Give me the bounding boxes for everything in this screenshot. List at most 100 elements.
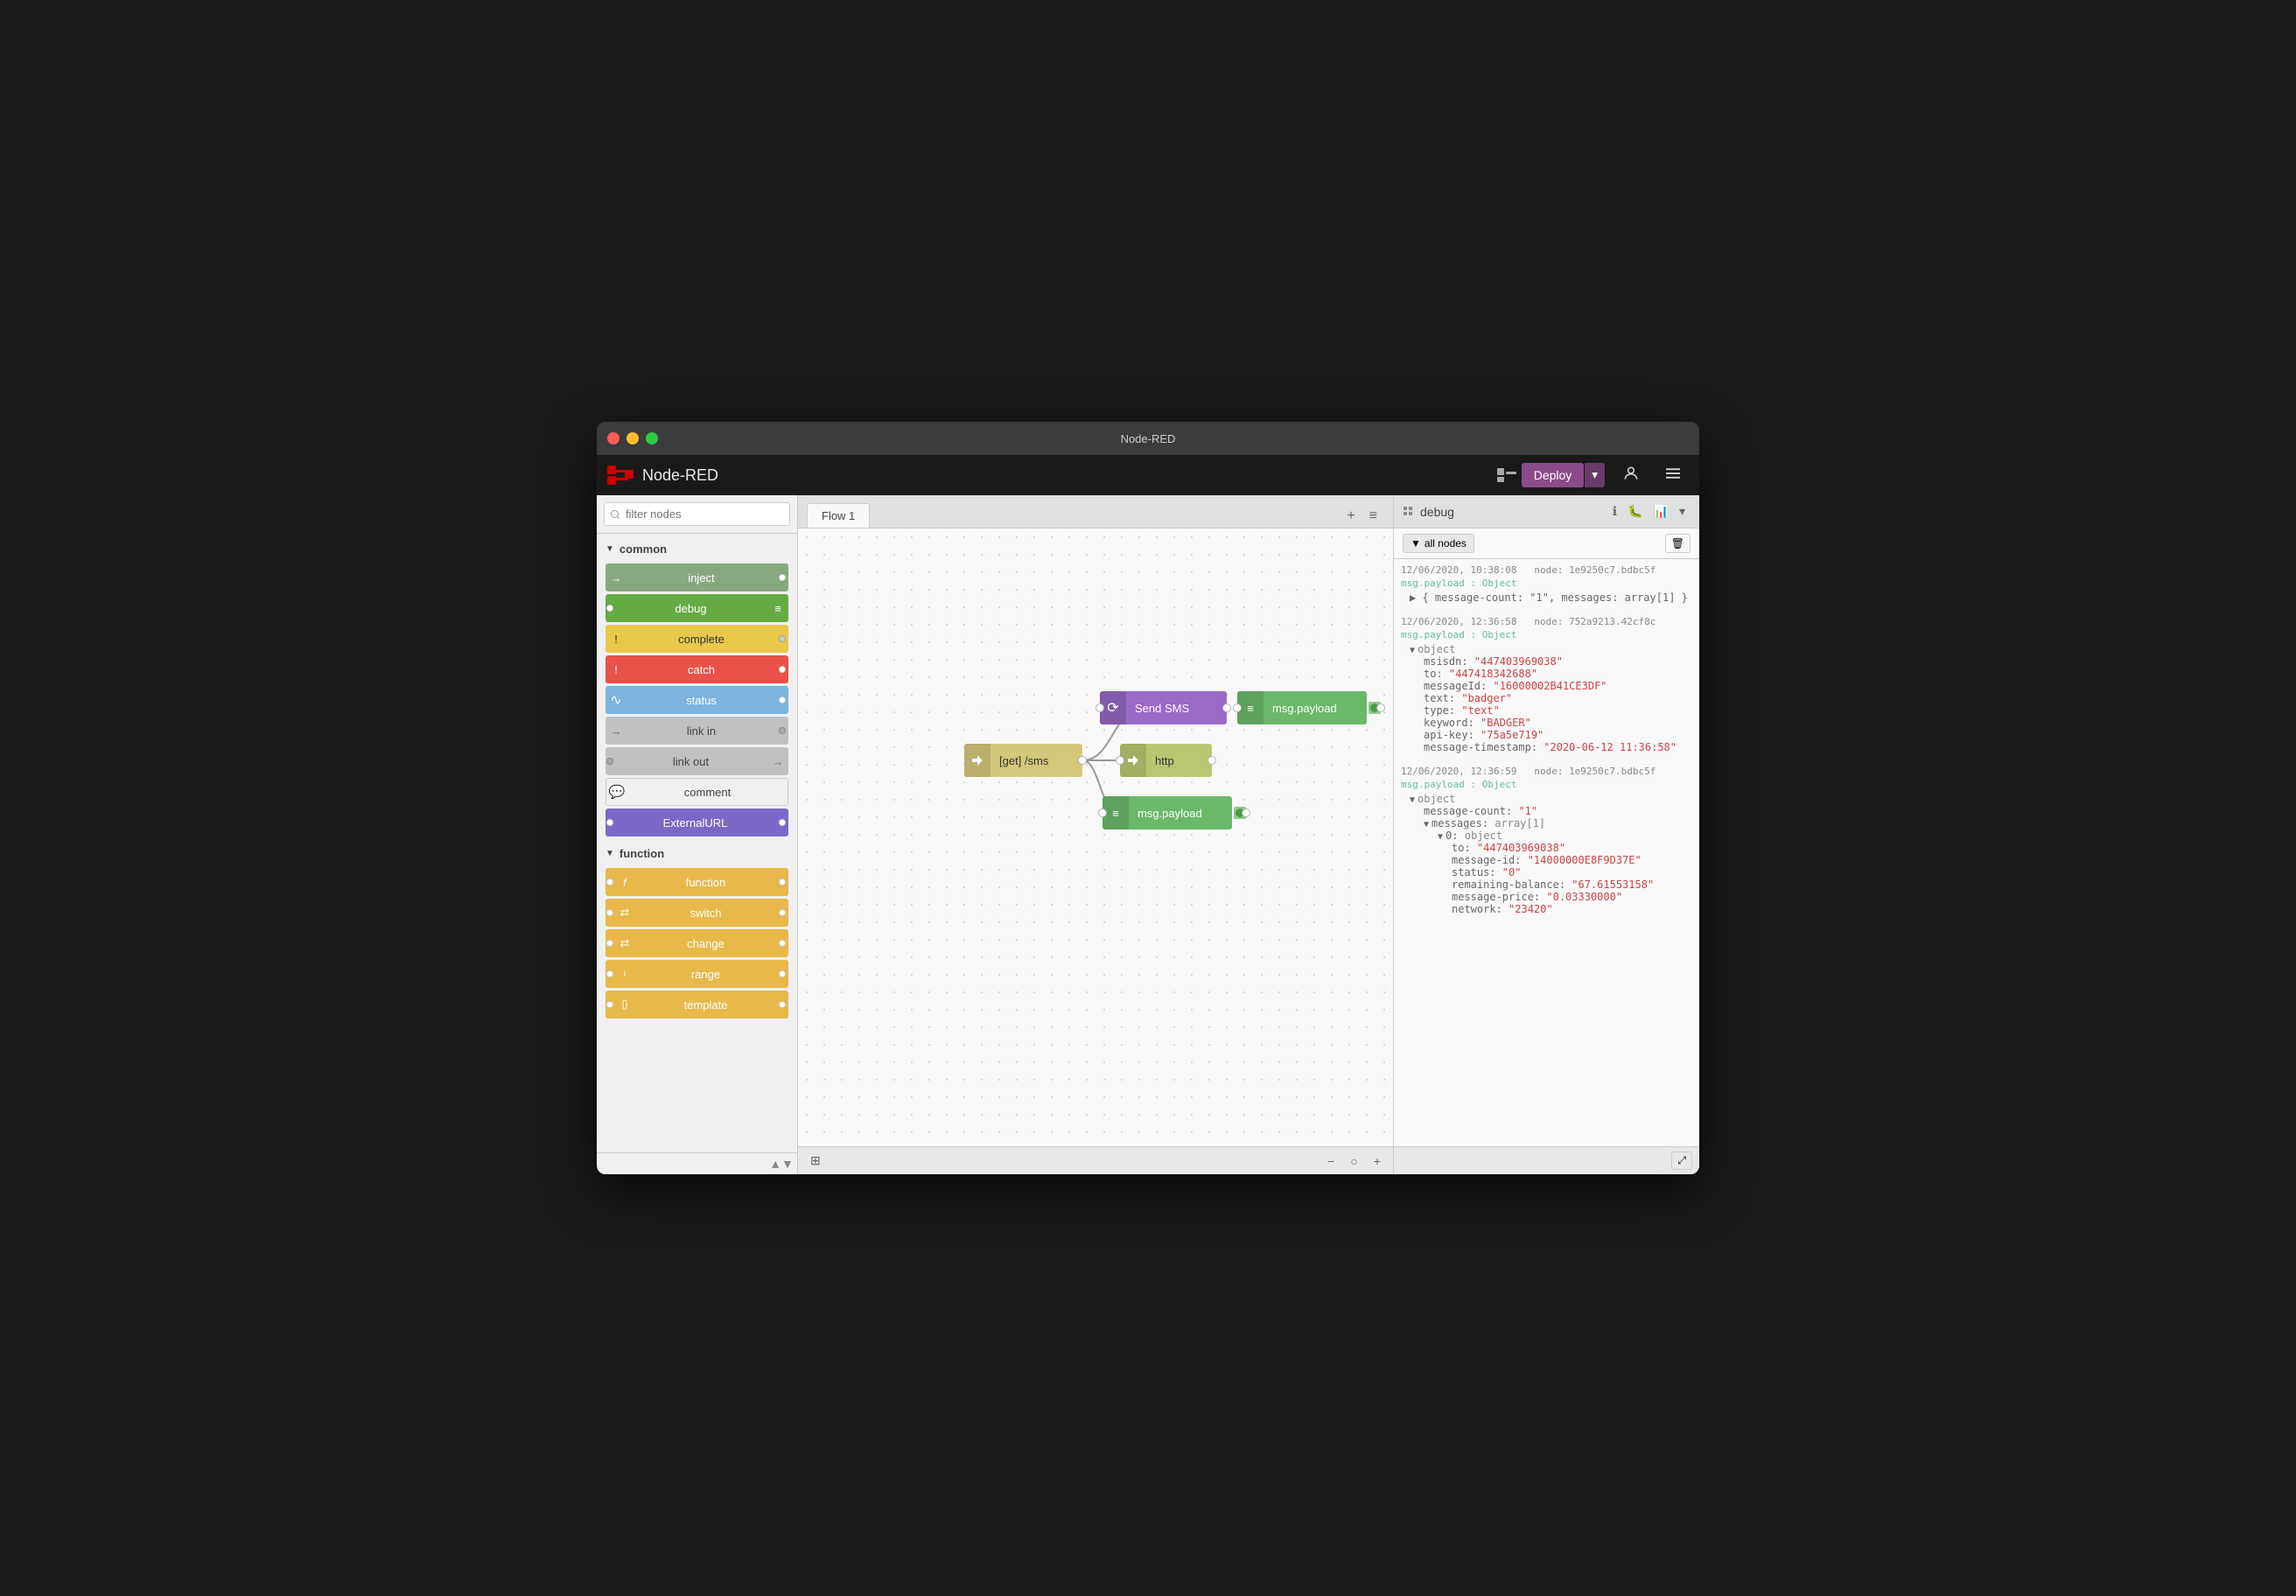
msg-payload-2-label: msg.payload: [1129, 807, 1211, 820]
canvas-node-get-sms[interactable]: [get] /sms: [964, 744, 1082, 777]
canvas-zoom-fit[interactable]: ○: [1345, 1152, 1362, 1170]
range-port-left: [606, 960, 614, 988]
function-port-right: [776, 868, 788, 896]
template-port-left: [606, 990, 614, 1018]
node-debug[interactable]: debug ≡: [606, 594, 788, 622]
category-function[interactable]: ▼ function: [597, 842, 797, 865]
linkin-port-right: [776, 717, 788, 745]
debug-filter-button[interactable]: ▼ all nodes: [1403, 534, 1474, 553]
deploy-icon: [1497, 468, 1516, 482]
deploy-button[interactable]: Deploy: [1522, 463, 1585, 487]
status-icon: ∿: [606, 691, 626, 709]
debug-msg-3-object: ▼object message-count: "1" ▼messages: ar…: [1410, 793, 1692, 915]
node-status[interactable]: ∿ status: [606, 686, 788, 714]
externalurl-port-right: [776, 808, 788, 836]
node-complete[interactable]: ! complete: [606, 625, 788, 653]
flow-menu-button[interactable]: ≡: [1362, 505, 1384, 528]
close-button[interactable]: [607, 432, 620, 444]
flow-tabs: Flow 1 + ≡: [798, 495, 1393, 528]
debug-panel-title: debug: [1420, 505, 1454, 519]
debug-chart-button[interactable]: 📊: [1648, 501, 1674, 522]
user-icon-button[interactable]: [1615, 461, 1647, 490]
http-port-left: [1116, 756, 1124, 765]
linkout-icon: →: [767, 755, 788, 768]
debug-icon: ≡: [767, 602, 788, 615]
node-change[interactable]: ⇄ change: [606, 929, 788, 957]
change-icon: ⇄: [614, 936, 635, 950]
menu-icon-button[interactable]: [1657, 463, 1689, 488]
flow-tab-1[interactable]: Flow 1: [807, 503, 870, 528]
canvas-grid-button[interactable]: ⊞: [805, 1152, 826, 1170]
sidebar-scroll-down[interactable]: ▼: [781, 1157, 794, 1171]
switch-port-left: [606, 899, 614, 927]
http-icon: [1127, 754, 1139, 766]
complete-port-right: [776, 625, 788, 653]
http-label: http: [1146, 754, 1183, 767]
content-area: ▼ common → inject debug ≡ !: [597, 495, 1699, 1174]
node-template[interactable]: {} template: [606, 990, 788, 1018]
node-catch[interactable]: ! catch: [606, 655, 788, 683]
debug-message-3: 12/06/2020, 12:36:59 node: 1e9250c7.bdbc…: [1401, 766, 1692, 915]
node-catch-label: catch: [626, 663, 776, 676]
inject-port-right: [776, 564, 788, 592]
debug-message-2: 12/06/2020, 12:36:58 node: 752a9213.42cf…: [1401, 616, 1692, 753]
debug-header: debug ℹ 🐛 📊 ▾: [1394, 495, 1699, 528]
msg-payload-1-port-right: [1376, 704, 1385, 712]
canvas-node-http[interactable]: http: [1120, 744, 1212, 777]
category-label-common: common: [620, 542, 667, 556]
node-red-logo-icon: [607, 466, 635, 485]
category-label-function: function: [620, 847, 664, 860]
category-arrow-function: ▼: [606, 849, 614, 858]
canvas-node-msg-payload-1[interactable]: ≡ msg.payload: [1237, 691, 1381, 724]
node-externalurl-label: ExternalURL: [614, 816, 776, 830]
sidebar-scroll-up[interactable]: ▲: [769, 1157, 781, 1171]
debug-bug-button[interactable]: 🐛: [1622, 501, 1648, 522]
canvas-zoom-in[interactable]: +: [1368, 1152, 1386, 1170]
node-range[interactable]: i range: [606, 960, 788, 988]
category-common[interactable]: ▼ common: [597, 537, 797, 561]
msg-payload-2-port-left: [1098, 808, 1107, 817]
debug-msg-3-body: ▼object message-count: "1" ▼messages: ar…: [1401, 793, 1692, 915]
minimize-button[interactable]: [626, 432, 639, 444]
inject-icon: →: [606, 571, 626, 584]
switch-icon: ⇄: [614, 906, 635, 920]
node-linkin[interactable]: → link in: [606, 717, 788, 745]
canvas-node-send-sms[interactable]: ⟳ Send SMS: [1100, 691, 1227, 724]
maximize-button[interactable]: [646, 432, 658, 444]
node-change-label: change: [635, 937, 776, 950]
node-status-label: status: [626, 694, 776, 707]
status-port-right: [776, 686, 788, 714]
debug-msg-2-type: msg.payload : Object: [1401, 629, 1692, 640]
send-sms-port-left: [1096, 704, 1104, 712]
range-icon: i: [614, 969, 635, 979]
node-debug-label: debug: [614, 602, 767, 615]
debug-toolbar: ▼ all nodes 🗑: [1394, 528, 1699, 559]
complete-icon: !: [606, 633, 626, 646]
debug-panel-menu[interactable]: ▾: [1674, 501, 1690, 522]
node-linkout[interactable]: link out →: [606, 747, 788, 775]
canvas-zoom-out[interactable]: −: [1322, 1152, 1340, 1170]
deploy-dropdown-button[interactable]: ▾: [1585, 463, 1605, 487]
canvas[interactable]: [get] /sms ⟳ Send SMS: [798, 528, 1393, 1146]
debug-msg-3-header: 12/06/2020, 12:36:59 node: 1e9250c7.bdbc…: [1401, 766, 1692, 777]
search-input[interactable]: [604, 502, 790, 526]
debug-expand-button[interactable]: ⤢: [1671, 1152, 1692, 1170]
template-port-right: [776, 990, 788, 1018]
node-range-label: range: [635, 968, 776, 981]
node-inject[interactable]: → inject: [606, 564, 788, 592]
debug-content: 12/06/2020, 10:38:08 node: 1e9250c7.bdbc…: [1394, 559, 1699, 1146]
node-comment[interactable]: 💬 comment: [606, 778, 788, 806]
filter-label: all nodes: [1424, 537, 1466, 550]
node-switch[interactable]: ⇄ switch: [606, 899, 788, 927]
debug-message-1: 12/06/2020, 10:38:08 node: 1e9250c7.bdbc…: [1401, 564, 1692, 604]
get-sms-label: [get] /sms: [990, 754, 1057, 767]
debug-port-left: [606, 594, 614, 622]
debug-clear-button[interactable]: 🗑: [1665, 534, 1690, 553]
node-externalurl[interactable]: ExternalURL: [606, 808, 788, 836]
debug-msg-2-object: ▼object msisdn: "447403969038" to: "4474…: [1410, 643, 1692, 753]
node-function[interactable]: f function: [606, 868, 788, 896]
add-flow-button[interactable]: +: [1340, 505, 1362, 528]
canvas-node-msg-payload-2[interactable]: ≡ msg.payload: [1102, 796, 1246, 830]
switch-port-right: [776, 899, 788, 927]
debug-info-button[interactable]: ℹ: [1607, 501, 1622, 522]
